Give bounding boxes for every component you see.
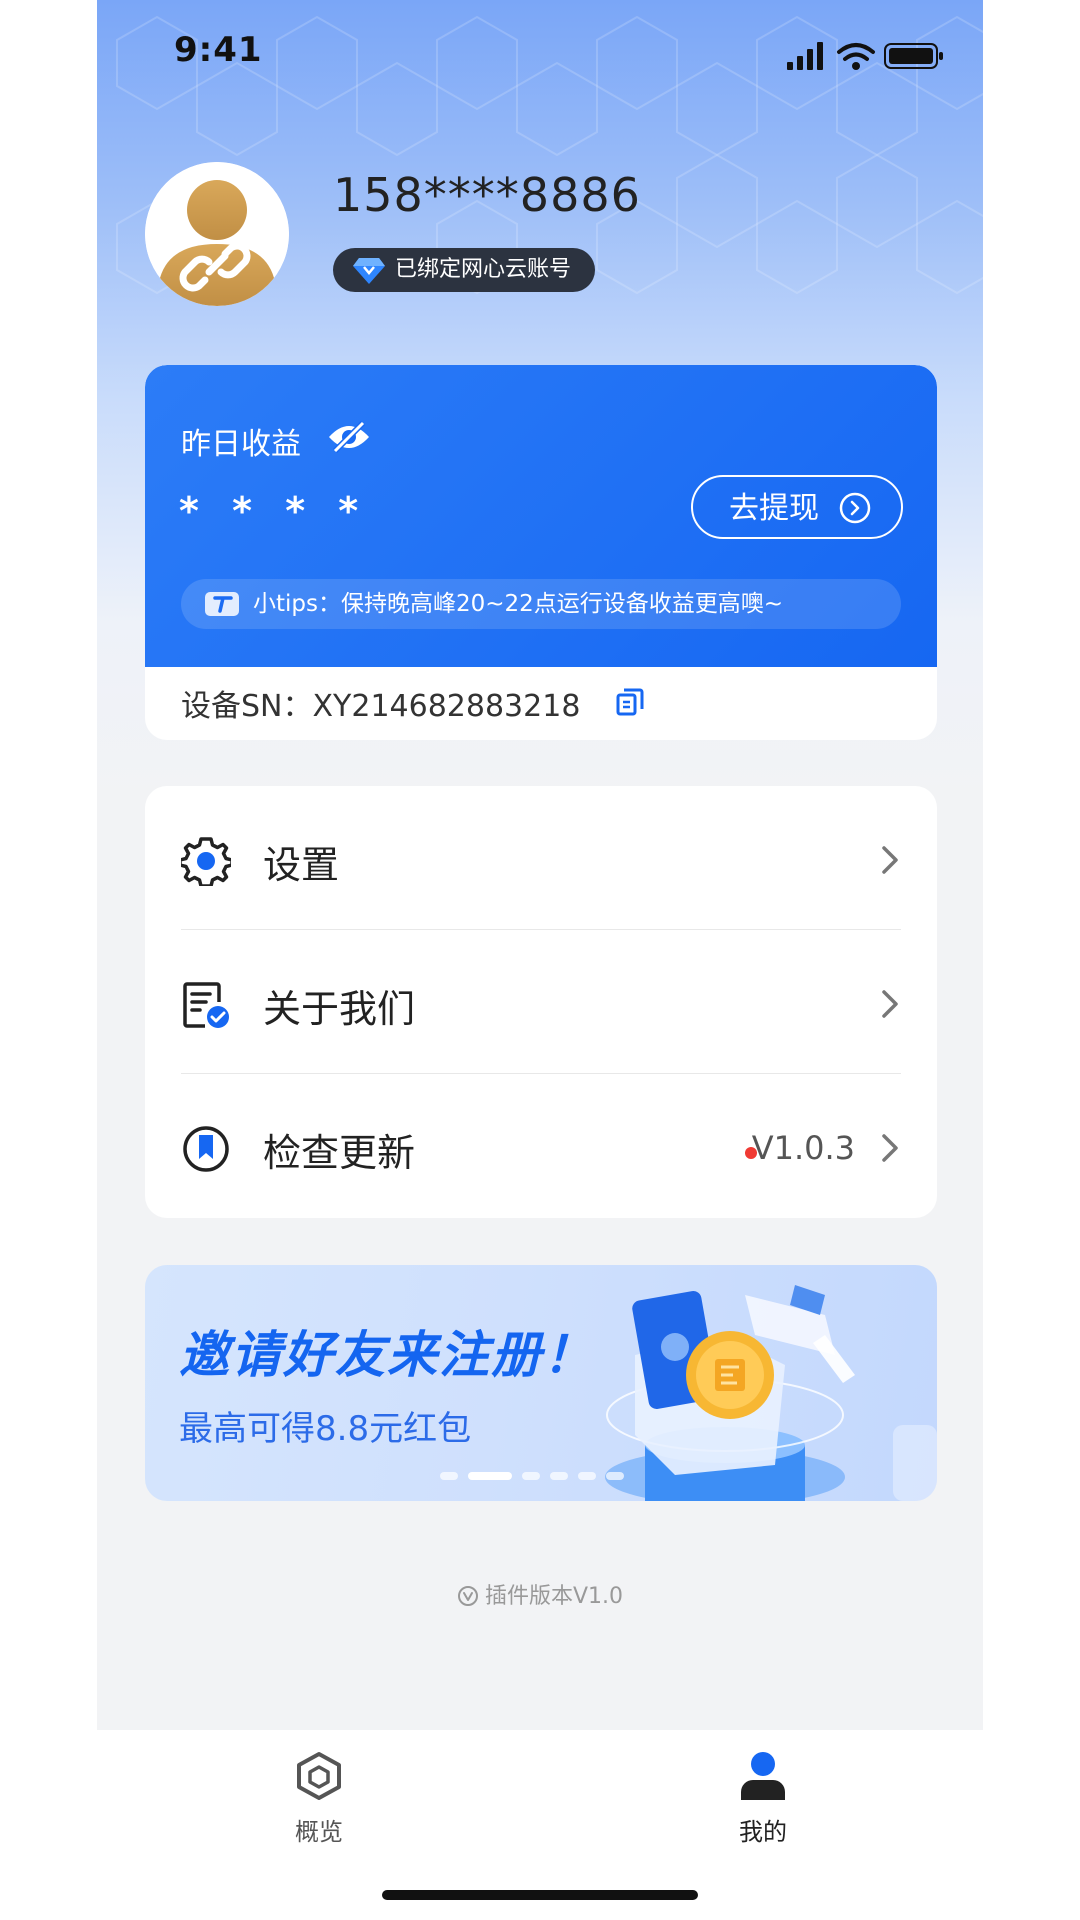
plugin-version-label: 插件版本V1.0 — [484, 1584, 624, 1609]
earnings-label: 昨日收益 — [181, 427, 301, 462]
tab-mine[interactable]: 我的 — [663, 1750, 863, 1847]
chevron-right-icon — [882, 846, 898, 874]
menu-item-about[interactable]: 关于我们 — [181, 930, 901, 1074]
invite-banner[interactable]: 邀请好友来注册！ 最高可得8.8元红包 — [145, 1265, 937, 1501]
user-icon — [741, 1752, 785, 1800]
tips-text: 小tips：保持晚高峰20~22点运行设备收益更高噢~ — [253, 591, 784, 617]
carousel-dot[interactable] — [606, 1471, 624, 1480]
tips-t-icon — [205, 592, 239, 616]
carousel-dot[interactable] — [522, 1471, 540, 1480]
eye-hidden-icon[interactable] — [327, 421, 371, 453]
tab-overview[interactable]: 概览 — [219, 1750, 419, 1847]
earnings-card: 昨日收益 * * * * 去提现 小tips：保持晚高峰20~22点运行设备收益… — [145, 365, 937, 740]
plugin-version: 插件版本V1.0 — [97, 1578, 983, 1610]
chevron-right-icon — [882, 1134, 898, 1162]
menu-item-check-update[interactable]: 检查更新 V1.0.3 — [181, 1074, 901, 1218]
arrow-circle-icon — [839, 492, 871, 524]
status-time: 9:41 — [174, 30, 263, 70]
earnings-panel: 昨日收益 * * * * 去提现 小tips：保持晚高峰20~22点运行设备收益… — [145, 365, 937, 667]
menu-item-label: 关于我们 — [263, 987, 416, 1031]
gear-icon — [181, 837, 231, 886]
diamond-icon — [353, 258, 385, 284]
tab-label: 概览 — [295, 1818, 343, 1846]
phone-screen: 9:41 158****8886 已绑定网心云账号 昨日收益 * * * * 去… — [97, 0, 983, 1920]
user-phone: 158****8886 — [333, 168, 641, 222]
carousel-dots — [440, 1465, 634, 1480]
verified-icon — [457, 1586, 478, 1606]
menu-item-label: 检查更新 — [263, 1131, 416, 1175]
menu-item-label: 设置 — [263, 843, 340, 887]
carousel-dot[interactable] — [578, 1471, 596, 1480]
menu-item-settings[interactable]: 设置 — [181, 786, 901, 930]
update-bookmark-icon — [183, 1126, 229, 1172]
wifi-icon — [837, 43, 875, 61]
tab-bar: 概览 我的 — [97, 1730, 983, 1920]
tab-label: 我的 — [739, 1818, 787, 1846]
status-icons — [787, 42, 943, 70]
carousel-dot[interactable] — [550, 1471, 568, 1480]
earnings-value-masked: * * * * — [179, 489, 369, 533]
banner-subtitle: 最高可得8.8元红包 — [179, 1409, 472, 1449]
home-indicator — [382, 1890, 698, 1900]
copy-icon[interactable] — [615, 687, 645, 717]
bound-account-label: 已绑定网心云账号 — [395, 257, 572, 282]
document-check-icon — [183, 982, 229, 1028]
device-sn: 设备SN：XY214682883218 — [181, 689, 581, 724]
carousel-dot-active[interactable] — [468, 1471, 512, 1480]
tips-bar: 小tips：保持晚高峰20~22点运行设备收益更高噢~ — [181, 579, 901, 629]
withdraw-label: 去提现 — [729, 491, 819, 526]
avatar[interactable] — [145, 162, 289, 306]
carousel-dot[interactable] — [440, 1471, 458, 1480]
status-bar: 9:41 — [97, 0, 983, 110]
chevron-right-icon — [882, 990, 898, 1018]
bound-account-badge: 已绑定网心云账号 — [333, 248, 596, 292]
version-label: V1.0.3 — [751, 1129, 855, 1167]
withdraw-button[interactable]: 去提现 — [691, 475, 903, 539]
banner-title: 邀请好友来注册！ — [179, 1326, 595, 1384]
hexagon-home-icon — [297, 1752, 341, 1800]
user-avatar-icon — [145, 162, 289, 306]
menu-card: 设置 关于我们 检查更新 V1.0.3 — [145, 786, 937, 1218]
